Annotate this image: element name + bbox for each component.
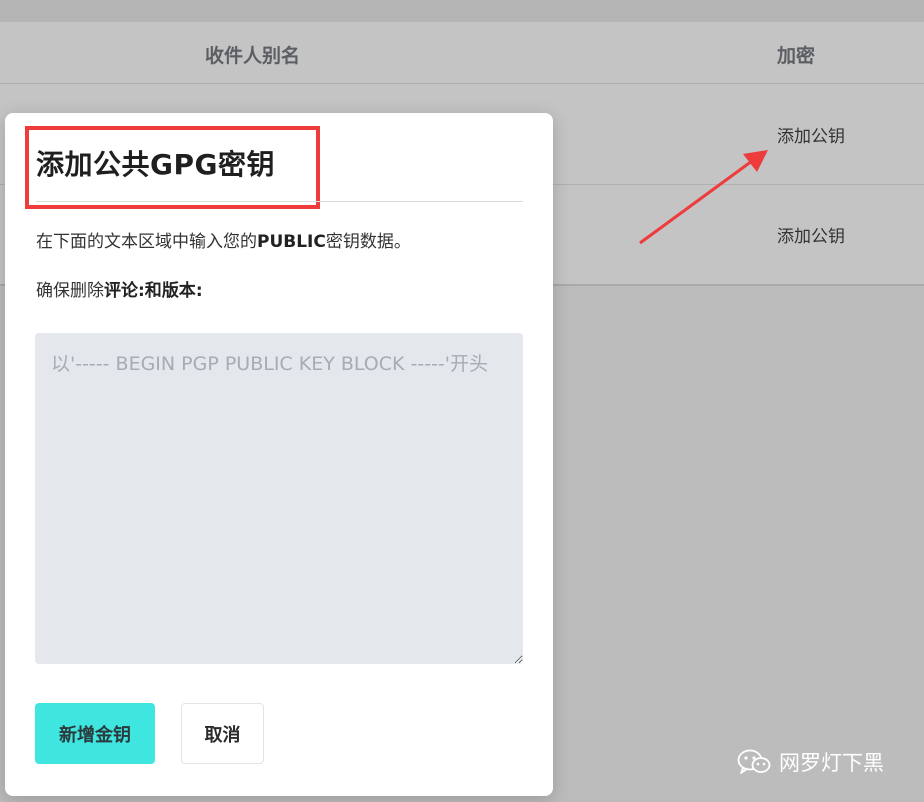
add-gpg-key-dialog: 添加公共GPG密钥 在下面的文本区域中输入您的PUBLIC密钥数据。 确保删除评… — [5, 113, 553, 796]
dialog-description: 在下面的文本区域中输入您的PUBLIC密钥数据。 — [36, 232, 411, 252]
dialog-note: 确保删除评论:和版本: — [36, 281, 203, 301]
public-key-textarea[interactable] — [35, 333, 523, 664]
annotation-highlight-box — [25, 126, 320, 209]
title-divider — [36, 201, 523, 202]
watermark: 网罗灯下黑 — [737, 747, 884, 777]
add-key-button[interactable]: 新增金钥 — [35, 703, 155, 764]
watermark-text: 网罗灯下黑 — [779, 751, 884, 775]
wechat-icon — [737, 749, 771, 774]
cancel-button[interactable]: 取消 — [181, 703, 264, 764]
